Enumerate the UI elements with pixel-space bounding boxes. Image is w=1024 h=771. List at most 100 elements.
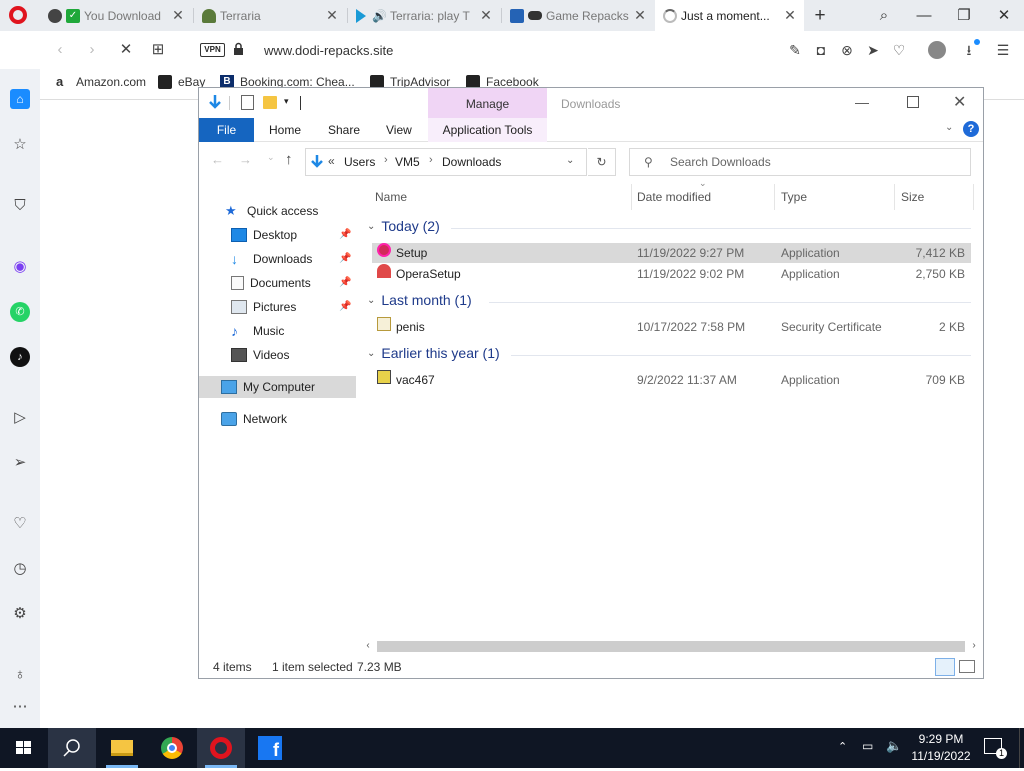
settings-gear-icon[interactable]: ⚙: [10, 604, 30, 624]
column-header-type[interactable]: Type: [775, 184, 807, 210]
up-arrow-icon[interactable]: ↑: [285, 151, 293, 168]
messenger-icon[interactable]: ◉: [10, 257, 30, 277]
nav-desktop[interactable]: Desktop 📌: [231, 224, 356, 246]
tab-just-a-moment[interactable]: Just a moment... ✕: [655, 0, 804, 31]
new-folder-icon[interactable]: [263, 96, 277, 109]
new-tab-button[interactable]: +: [800, 0, 840, 31]
whatsapp-icon[interactable]: ✆: [10, 302, 30, 322]
start-button[interactable]: [0, 728, 48, 768]
adblock-icon[interactable]: ⊗: [838, 41, 856, 59]
minimize-button[interactable]: —: [855, 94, 869, 110]
search-tabs-icon[interactable]: ⌕: [864, 0, 904, 31]
expand-ribbon-icon[interactable]: ⌄: [945, 122, 953, 133]
collapse-chevron-icon[interactable]: ⌄: [367, 221, 375, 232]
nav-music[interactable]: ♪ Music: [231, 320, 284, 342]
tab-terraria[interactable]: Terraria ✕: [194, 0, 346, 31]
more-icon[interactable]: ⋯: [10, 697, 30, 717]
history-icon[interactable]: ◷: [10, 559, 30, 579]
tab-you-download[interactable]: ✓ You Download ✕: [40, 0, 192, 31]
file-row-penis[interactable]: penis 10/17/2022 7:58 PM Security Certif…: [372, 317, 971, 337]
nav-videos[interactable]: Videos: [231, 344, 289, 366]
chrome-taskbar-icon[interactable]: [148, 728, 196, 768]
avatar[interactable]: [928, 41, 946, 59]
pin-icon[interactable]: 📌: [339, 224, 351, 246]
vpn-badge[interactable]: VPN: [200, 43, 225, 57]
nav-quick-access[interactable]: ★ Quick access: [225, 200, 318, 222]
file-explorer-taskbar-icon[interactable]: [98, 728, 146, 768]
tips-bulb-icon[interactable]: ♁: [10, 665, 30, 685]
quick-access-dropdown-icon[interactable]: ▾: [284, 96, 289, 107]
scroll-right-icon[interactable]: ›: [967, 640, 981, 653]
collapse-chevron-icon[interactable]: ⌄: [367, 295, 375, 306]
edit-icon[interactable]: ✎: [786, 41, 804, 59]
recent-locations-icon[interactable]: ⌄: [267, 152, 275, 163]
opera-menu-icon[interactable]: [9, 6, 27, 24]
details-view-icon[interactable]: [935, 658, 955, 676]
bookmark-amazon[interactable]: a Amazon.com: [56, 75, 146, 90]
chevron-down-icon[interactable]: ⌄: [566, 155, 574, 166]
close-tab-icon[interactable]: ✕: [782, 7, 798, 23]
send-flow-icon[interactable]: ➢: [10, 453, 30, 473]
pin-icon[interactable]: 📌: [339, 296, 351, 318]
scrollbar-thumb[interactable]: [377, 641, 965, 652]
player-icon[interactable]: ▷: [10, 408, 30, 428]
tab-home[interactable]: Home: [259, 118, 311, 142]
tab-application-tools[interactable]: Application Tools: [428, 118, 547, 142]
nav-documents[interactable]: Documents 📌: [231, 272, 356, 294]
restore-button[interactable]: ❐: [944, 0, 984, 31]
pin-icon[interactable]: 📌: [339, 272, 351, 294]
close-tab-icon[interactable]: ✕: [632, 7, 648, 23]
tab-view[interactable]: View: [376, 118, 422, 142]
nav-pictures[interactable]: Pictures 📌: [231, 296, 356, 318]
file-row-vac467[interactable]: vac467 9/2/2022 11:37 AM Application 709…: [372, 370, 971, 390]
group-header-earlier-this-year[interactable]: ⌄ Earlier this year (1): [367, 345, 500, 361]
tab-game-repacks[interactable]: Game Repacks ✕: [502, 0, 654, 31]
tab-terraria-play[interactable]: 🔊 Terraria: play T ✕: [348, 0, 500, 31]
close-tab-icon[interactable]: ✕: [478, 7, 494, 23]
search-button[interactable]: [48, 728, 96, 768]
group-header-last-month[interactable]: ⌄ Last month (1): [367, 292, 472, 308]
breadcrumb-vm5[interactable]: VM5: [395, 155, 420, 169]
send-icon[interactable]: ➤: [864, 41, 882, 59]
clock-time[interactable]: 9:29 PM: [906, 732, 976, 746]
group-header-today[interactable]: ⌄ Today (2): [367, 218, 440, 234]
pin-icon[interactable]: 📌: [339, 248, 351, 270]
show-desktop-button[interactable]: [1019, 728, 1024, 768]
back-button[interactable]: ‹: [50, 40, 70, 60]
scroll-left-icon[interactable]: ‹: [361, 640, 375, 653]
manage-contextual-tab[interactable]: Manage: [428, 88, 547, 118]
close-tab-icon[interactable]: ✕: [170, 7, 186, 23]
large-icons-view-icon[interactable]: [959, 660, 975, 673]
search-input[interactable]: ⚲ Search Downloads: [629, 148, 971, 176]
forward-arrow-icon[interactable]: →: [239, 152, 252, 167]
shopping-icon[interactable]: ⛉: [10, 196, 30, 216]
tab-grid-icon[interactable]: ⊞: [148, 40, 168, 60]
tiktok-icon[interactable]: ♪: [10, 347, 30, 367]
home-icon[interactable]: ⌂: [10, 89, 30, 109]
close-button[interactable]: ✕: [953, 92, 966, 112]
nav-network[interactable]: Network: [221, 408, 287, 430]
column-header-size[interactable]: Size: [895, 184, 924, 210]
address-breadcrumb[interactable]: « Users › VM5 › Downloads ⌄: [305, 148, 587, 176]
breadcrumb-users[interactable]: Users: [344, 155, 375, 169]
minimize-button[interactable]: —: [904, 0, 944, 31]
bookmarks-star-icon[interactable]: ☆: [10, 135, 30, 155]
heart-icon[interactable]: ♡: [890, 41, 908, 59]
volume-icon[interactable]: 🔈: [886, 738, 902, 754]
properties-icon[interactable]: [241, 95, 254, 110]
file-row-setup[interactable]: Setup 11/19/2022 9:27 PM Application 7,4…: [372, 243, 971, 263]
close-tab-icon[interactable]: ✕: [324, 7, 340, 23]
maximize-button[interactable]: [907, 96, 919, 108]
column-separator[interactable]: [973, 184, 974, 210]
tab-share[interactable]: Share: [318, 118, 370, 142]
nav-downloads[interactable]: ↓ Downloads 📌: [231, 248, 356, 270]
close-browser-button[interactable]: ✕: [984, 0, 1024, 31]
facebook-taskbar-icon[interactable]: f: [246, 728, 294, 768]
stop-loading-button[interactable]: ✕: [116, 40, 136, 60]
breadcrumb-downloads[interactable]: Downloads: [442, 155, 501, 169]
help-icon[interactable]: ?: [963, 121, 979, 137]
show-hidden-icons-icon[interactable]: ⌃: [838, 740, 847, 753]
collapse-chevron-icon[interactable]: ⌄: [367, 348, 375, 359]
network-status-icon[interactable]: ▭: [862, 739, 873, 753]
tab-file[interactable]: File: [199, 118, 254, 142]
